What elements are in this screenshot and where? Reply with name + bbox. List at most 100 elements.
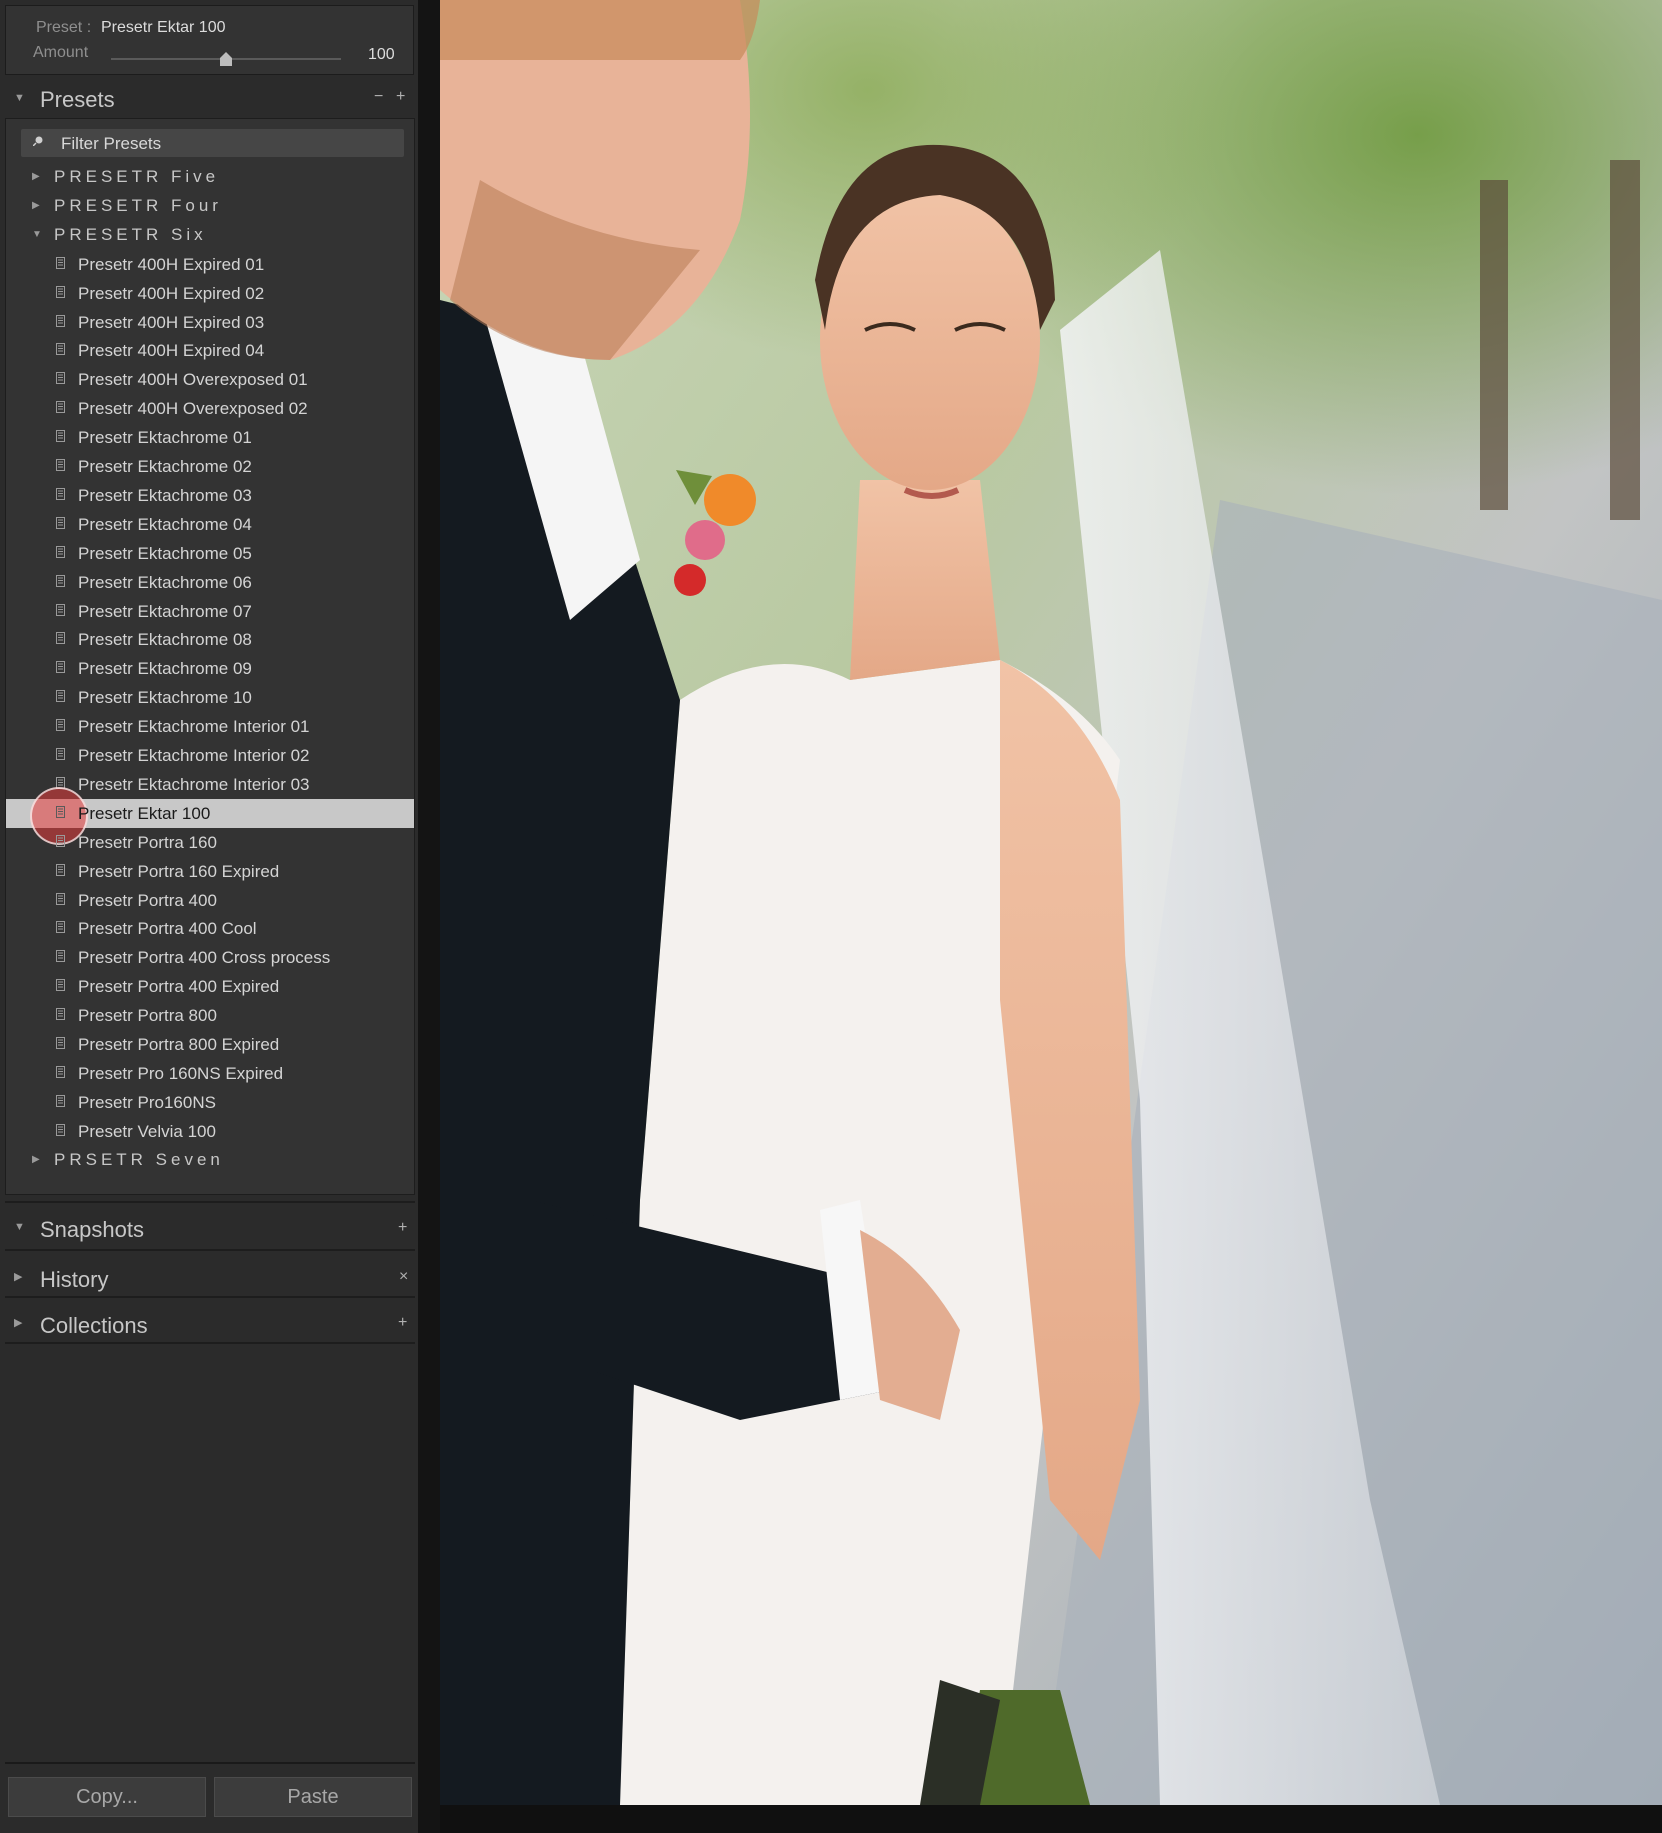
panel-edge <box>418 0 440 1833</box>
preset-document-icon <box>56 1037 65 1049</box>
preset-item-label: Presetr Ektachrome 07 <box>78 601 252 621</box>
divider <box>5 1296 415 1298</box>
preset-item-label: Presetr 400H Expired 03 <box>78 312 265 332</box>
preset-document-icon <box>56 1094 65 1107</box>
preset-item[interactable]: Presetr Ektachrome 07 <box>6 597 414 626</box>
preset-item-label: Presetr Ektachrome Interior 01 <box>78 717 310 737</box>
preset-item-label: Presetr Ektachrome 06 <box>78 572 252 592</box>
preset-item[interactable]: Presetr Ektar 100 <box>6 786 414 845</box>
expand-triangle-icon[interactable]: ▶ <box>14 1316 22 1329</box>
expanded-triangle-icon[interactable]: ▼ <box>32 229 42 240</box>
amount-label: Amount <box>33 44 89 61</box>
preset-item-label: Presetr 400H Expired 04 <box>78 341 265 361</box>
divider <box>5 1249 415 1251</box>
preset-document-icon <box>56 487 65 500</box>
add-collection-icon[interactable]: + <box>398 1314 407 1332</box>
collapsed-triangle-icon[interactable]: ▶ <box>32 200 40 211</box>
expand-triangle-icon[interactable]: ▶ <box>14 1270 22 1283</box>
preset-document-icon <box>56 1065 65 1078</box>
preset-folder-label: PRSETR Seven <box>54 1149 224 1169</box>
preset-item[interactable]: Presetr 400H Overexposed 02 <box>6 394 414 423</box>
filter-placeholder: Filter Presets <box>61 134 162 153</box>
history-title: History <box>40 1267 109 1292</box>
preset-item[interactable]: Presetr 400H Expired 03 <box>6 308 414 337</box>
preset-item-label: Presetr Ektachrome 09 <box>78 659 252 679</box>
collapsed-triangle-icon[interactable]: ▶ <box>32 171 40 182</box>
preset-document-icon <box>56 834 65 847</box>
preset-document-icon <box>56 459 65 471</box>
preset-item[interactable]: Presetr Ektachrome 01 <box>6 423 414 452</box>
preset-item-label: Presetr Portra 160 Expired <box>78 861 280 881</box>
preset-item[interactable]: Presetr Portra 400 <box>6 886 414 915</box>
preset-item[interactable]: Presetr Portra 800 <box>6 1001 414 1030</box>
collections-title: Collections <box>40 1313 148 1338</box>
preset-label: Preset : <box>36 19 92 36</box>
preset-document-icon <box>56 256 65 269</box>
preset-item-label: Presetr Pro160NS <box>78 1092 216 1112</box>
preset-item-label: Presetr Ektachrome 05 <box>78 543 252 563</box>
preset-item[interactable]: Presetr Ektachrome 10 <box>6 683 414 712</box>
preset-item-label: Presetr 400H Overexposed 01 <box>78 370 308 390</box>
preset-item[interactable]: Presetr Ektachrome 05 <box>6 539 414 568</box>
preset-document-icon <box>56 430 65 443</box>
preset-item[interactable]: Presetr Portra 400 Cool <box>6 914 414 943</box>
photo-image <box>440 0 1662 1805</box>
collapse-triangle-icon[interactable]: ▼ <box>14 1221 25 1233</box>
preset-folder[interactable]: ▼ PRESETR Six <box>6 221 414 250</box>
preset-item[interactable]: Presetr 400H Expired 04 <box>6 336 414 365</box>
left-panel: Preset : Presetr Ektar 100 Amount 100 ▼ … <box>0 0 420 1833</box>
add-snapshot-icon[interactable]: + <box>398 1219 407 1237</box>
add-preset-icon[interactable]: + <box>396 88 405 106</box>
preset-item[interactable]: Presetr Ektachrome 08 <box>6 625 414 654</box>
preset-document-icon <box>56 545 65 558</box>
preset-item[interactable]: Presetr 400H Overexposed 01 <box>6 365 414 394</box>
preset-folder-label: PRESETR Six <box>54 224 207 244</box>
filter-presets-input[interactable]: Filter Presets <box>21 129 404 157</box>
preset-item[interactable]: Presetr Portra 400 Cross process <box>6 943 414 972</box>
paste-button[interactable]: Paste <box>214 1777 412 1817</box>
preset-document-icon <box>56 1008 65 1021</box>
preset-item[interactable]: Presetr 400H Expired 02 <box>6 279 414 308</box>
preset-item[interactable]: Presetr Velvia 100 <box>6 1117 414 1146</box>
preset-document-icon <box>56 690 65 703</box>
preset-folder[interactable]: ▶ PRESETR Five <box>6 163 414 192</box>
preset-item[interactable]: Presetr 400H Expired 01 <box>6 250 414 279</box>
amount-value: 100 <box>368 46 395 63</box>
preset-item-label: Presetr Ektachrome 02 <box>78 457 252 476</box>
preset-document-icon <box>56 950 65 963</box>
preset-folder[interactable]: ▶ PRESETR Four <box>6 192 414 221</box>
clear-history-icon[interactable]: × <box>399 1268 408 1286</box>
preset-folder[interactable]: ▶ PRSETR Seven <box>6 1146 414 1175</box>
preset-item[interactable]: Presetr Ektachrome 06 <box>6 568 414 597</box>
preset-item[interactable]: Presetr Ektachrome Interior 01 <box>6 712 414 741</box>
preset-item[interactable]: Presetr Portra 160 <box>6 828 414 857</box>
collapse-triangle-icon[interactable]: ▼ <box>14 92 25 104</box>
preset-item[interactable]: Presetr Portra 400 Expired <box>6 972 414 1001</box>
preset-item[interactable]: Presetr Portra 800 Expired <box>6 1030 414 1059</box>
preset-item[interactable]: Presetr Ektachrome Interior 02 <box>6 741 414 770</box>
preset-document-icon <box>56 372 65 385</box>
snapshots-panel-header[interactable]: ▼ Snapshots + <box>0 1207 418 1253</box>
preset-item[interactable]: Presetr Ektachrome 09 <box>6 654 414 683</box>
preset-item-label: Presetr Pro 160NS Expired <box>78 1063 284 1083</box>
photo-preview[interactable] <box>440 0 1662 1805</box>
amount-slider-thumb[interactable] <box>220 52 232 66</box>
remove-preset-icon[interactable]: − <box>374 88 383 106</box>
preset-item-label: Presetr Ektachrome 03 <box>78 485 252 505</box>
preset-value[interactable]: Presetr Ektar 100 <box>101 19 226 37</box>
preset-item[interactable]: Presetr Pro 160NS Expired <box>6 1059 414 1088</box>
preset-item[interactable]: Presetr Ektachrome 03 <box>6 481 414 510</box>
preset-item[interactable]: Presetr Portra 160 Expired <box>6 857 414 886</box>
collapsed-triangle-icon[interactable]: ▶ <box>32 1154 40 1165</box>
preset-item-label: Presetr Ektar 100 <box>78 803 211 823</box>
preset-item-label: Presetr Ektachrome 04 <box>78 514 252 534</box>
quick-develop-preset: Preset : Presetr Ektar 100 Amount 100 <box>5 5 414 75</box>
preset-item[interactable]: Presetr Ektachrome 04 <box>6 510 414 539</box>
presets-title: Presets <box>40 87 115 112</box>
copy-button[interactable]: Copy... <box>8 1777 206 1817</box>
preset-item[interactable]: Presetr Ektachrome 02 <box>6 452 414 481</box>
search-icon <box>33 136 43 146</box>
preset-document-icon <box>56 1123 65 1136</box>
preset-document-icon <box>56 661 65 674</box>
preset-item[interactable]: Presetr Pro160NS <box>6 1088 414 1117</box>
